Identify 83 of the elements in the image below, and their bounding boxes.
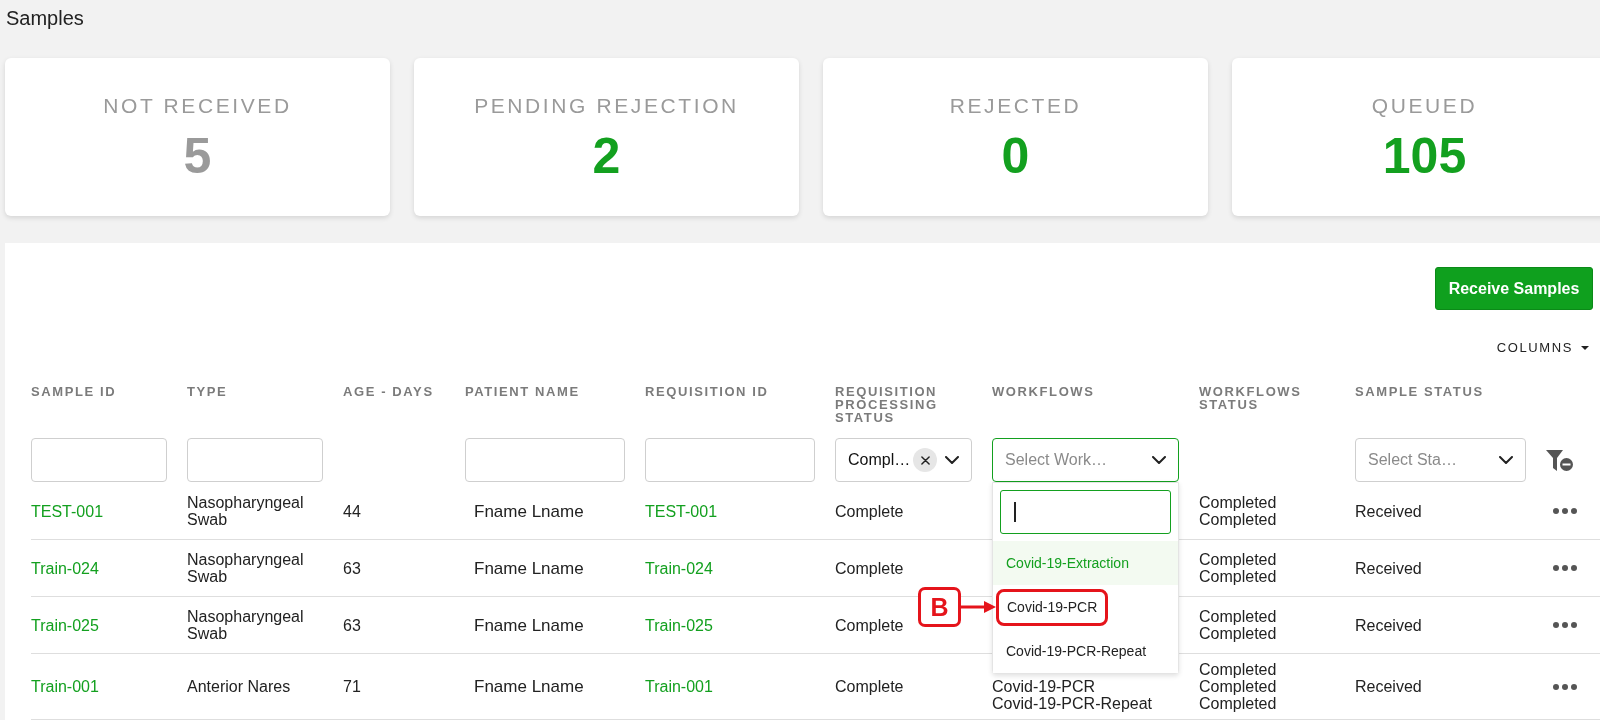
age-days: 44	[343, 502, 361, 520]
patient-name: Fname Lname	[474, 616, 584, 634]
card-count: 5	[183, 131, 212, 181]
more-icon[interactable]	[1553, 508, 1577, 514]
column-header: PATIENT NAME	[465, 385, 580, 398]
sample-id-link[interactable]: Train-024	[31, 559, 99, 577]
filter-select[interactable]: Compl…	[835, 438, 972, 482]
column-header: SAMPLE STATUS	[1355, 385, 1484, 398]
column-header: WORKFLOWS STATUS	[1199, 385, 1303, 411]
filter-select[interactable]: Select Sta…	[1355, 438, 1526, 482]
sample-status: Received	[1355, 616, 1422, 634]
more-icon[interactable]	[1553, 683, 1577, 690]
sample-type: Nasopharyngeal Swab	[187, 494, 305, 528]
sample-id-link[interactable]: TEST-001	[31, 502, 104, 520]
dropdown-option[interactable]: Covid-19-PCR-Repeat	[993, 629, 1178, 673]
processing-status: Complete	[835, 559, 904, 577]
sample-status: Received	[1355, 502, 1422, 520]
workflow-status: Completed	[1199, 625, 1277, 642]
page-title: Samples	[6, 6, 84, 30]
sample-status: Received	[1355, 678, 1422, 695]
processing-status: Complete	[835, 678, 904, 695]
workflow-name: Covid-19-PCR	[992, 678, 1096, 695]
card-count: 105	[1382, 131, 1467, 181]
sample-id-link[interactable]: Train-025	[31, 616, 99, 634]
chevron-down-icon	[1499, 456, 1513, 464]
patient-name: Fname Lname	[474, 678, 584, 695]
caret-down-icon	[1581, 346, 1589, 350]
workflow-status: Completed	[1199, 511, 1277, 528]
column-header: REQUISITION ID	[645, 385, 769, 398]
search-field[interactable]	[1000, 490, 1171, 534]
workflow-status: Completed	[1199, 695, 1277, 712]
card-label: QUEUED	[1371, 94, 1478, 118]
requisition-id-link[interactable]: Train-024	[645, 559, 713, 577]
processing-status: Complete	[835, 616, 904, 634]
patient-name: Fname Lname	[474, 559, 584, 577]
dropdown-option[interactable]: Covid-19-PCR	[996, 588, 1109, 626]
age-days: 63	[343, 616, 361, 634]
funnel-minus-icon[interactable]	[1546, 449, 1573, 471]
text-cursor-icon	[1014, 502, 1016, 522]
more-icon[interactable]	[1553, 622, 1577, 628]
columns-menu-button[interactable]: COLUMNS	[1496, 340, 1589, 356]
age-days: 63	[343, 559, 361, 577]
patient-name: Fname Lname	[474, 502, 584, 520]
workflow-status: Completed	[1199, 678, 1277, 695]
card-count: 0	[1001, 131, 1030, 181]
clear-icon[interactable]	[913, 448, 937, 472]
card-label: PENDING REJECTION	[474, 94, 739, 118]
sample-type: Anterior Nares	[187, 678, 291, 695]
sample-id-link[interactable]: Train-001	[31, 678, 99, 695]
column-header: AGE - DAYS	[343, 385, 434, 398]
sample-type: Nasopharyngeal Swab	[187, 608, 305, 642]
requisition-id-link[interactable]: TEST-001	[645, 502, 718, 520]
processing-status: Complete	[835, 502, 904, 520]
dropdown-option[interactable]: Covid-19-Extraction	[993, 541, 1178, 585]
column-header: SAMPLE ID	[31, 385, 117, 398]
chevron-down-icon	[1152, 456, 1166, 464]
workflow-name: Covid-19-PCR-Repeat	[992, 695, 1153, 712]
column-header: REQUISITION PROCESSING STATUS	[835, 385, 939, 424]
workflow-status: Completed	[1199, 568, 1277, 585]
age-days: 71	[343, 678, 361, 695]
filter-select[interactable]: Select Work…	[992, 438, 1179, 482]
callout-arrow	[961, 601, 996, 613]
callout-label: B	[918, 587, 961, 627]
card-count: 2	[592, 131, 621, 181]
requisition-id-link[interactable]: Train-025	[645, 616, 713, 634]
sample-status: Received	[1355, 559, 1422, 577]
filter-input[interactable]	[645, 438, 815, 482]
requisition-id-link[interactable]: Train-001	[645, 678, 713, 695]
column-header: WORKFLOWS	[992, 385, 1095, 398]
card-label: NOT RECEIVED	[103, 94, 292, 118]
workflow-status: Completed	[1199, 551, 1277, 568]
filter-input[interactable]	[465, 438, 625, 482]
receive-samples-button[interactable]: Receive Samples	[1435, 267, 1593, 310]
workflow-status: Completed	[1199, 661, 1277, 678]
column-header: TYPE	[187, 385, 228, 398]
sample-type: Nasopharyngeal Swab	[187, 551, 305, 585]
workflow-status: Completed	[1199, 608, 1277, 625]
filter-input[interactable]	[187, 438, 323, 482]
card-label: REJECTED	[949, 94, 1082, 118]
filter-input[interactable]	[31, 438, 167, 482]
more-icon[interactable]	[1553, 565, 1577, 571]
chevron-down-icon	[945, 456, 959, 464]
workflow-status: Completed	[1199, 494, 1277, 511]
